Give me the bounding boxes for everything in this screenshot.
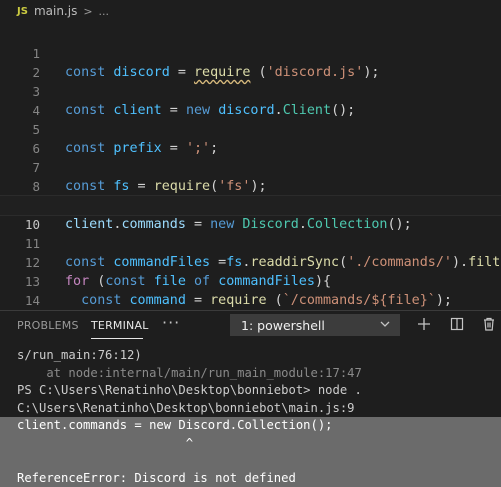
terminal-select[interactable]: 1: powershell — [230, 314, 400, 336]
code-line[interactable]: 3 const client = new discord.Client(); — [0, 63, 501, 118]
code-line[interactable]: 13 const command = require (`/commands/$… — [0, 253, 501, 308]
terminal-line: ^ — [0, 434, 501, 452]
more-actions-icon[interactable]: ··· — [162, 313, 180, 332]
code-line[interactable]: 1 const discord = require ('discord.js')… — [0, 25, 501, 80]
tab-problems[interactable]: PROBLEMS — [17, 319, 79, 332]
terminal-line: ReferenceError: Discord is not defined — [0, 469, 501, 487]
terminal-select-value: 1: powershell — [241, 317, 325, 333]
breadcrumb-file[interactable]: main.js — [34, 4, 77, 18]
code-line[interactable]: 8 — [0, 158, 501, 194]
js-file-icon: JS — [17, 5, 28, 17]
trash-icon[interactable] — [480, 315, 498, 333]
chevron-down-icon — [380, 321, 390, 327]
active-tab-indicator — [91, 338, 143, 339]
split-icon[interactable] — [448, 315, 466, 333]
terminal-line: client.commands = new Discord.Collection… — [0, 417, 501, 435]
tab-terminal[interactable]: TERMINAL — [91, 319, 149, 332]
terminal-line: s/run_main:76:12) — [17, 348, 142, 362]
code-line[interactable]: 6 — [0, 120, 501, 156]
terminal-line: at node:internal/main/run_main_module:17… — [17, 365, 362, 380]
code-line[interactable]: 14 — [0, 272, 501, 308]
code-line[interactable]: 15 client.commands.set(command.name, com… — [0, 291, 501, 310]
code-line[interactable]: 7 const fs = require('fs'); — [0, 139, 501, 194]
panel-header: PROBLEMS TERMINAL ··· 1: powershell — [0, 311, 501, 341]
breadcrumb: JS main.js > ... — [0, 0, 501, 22]
code-line[interactable]: 5 const prefix = ';'; — [0, 101, 501, 156]
code-line[interactable]: 4 — [0, 82, 501, 118]
code-line[interactable]: 9 client.commands = new Discord.Collecti… — [0, 177, 501, 232]
code-line[interactable]: 11 const commandFiles =fs.readdirSync('.… — [0, 215, 501, 270]
terminal-line: PS C:\Users\Renatinho\Desktop\bonniebot>… — [17, 383, 362, 397]
code-line-current[interactable]: 10 — [0, 195, 501, 232]
chevron-right-icon: > — [83, 4, 93, 18]
terminal-line: C:\Users\Renatinho\Desktop\bonniebot\mai… — [17, 400, 355, 415]
plus-icon[interactable] — [415, 315, 433, 333]
breadcrumb-trailing[interactable]: ... — [99, 5, 110, 18]
code-line[interactable]: 2 — [0, 44, 501, 80]
code-editor[interactable]: 1 const discord = require ('discord.js')… — [0, 22, 501, 310]
terminal-output[interactable]: s/run_main:76:12) at node:internal/main/… — [0, 341, 501, 487]
vscode-window: JS main.js > ... 1 const discord = requi… — [0, 0, 501, 487]
terminal-line — [0, 452, 501, 470]
code-line[interactable]: 12 for (const file of commandFiles){ — [0, 234, 501, 289]
